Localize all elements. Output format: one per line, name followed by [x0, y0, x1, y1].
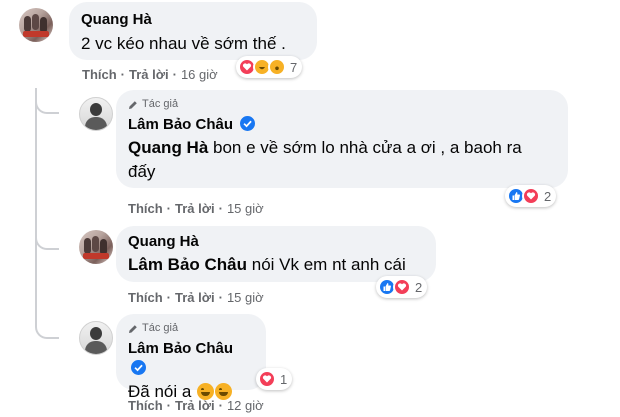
timestamp[interactable]: 15 giờ: [227, 290, 264, 305]
reaction-count: 2: [544, 188, 552, 204]
like-button[interactable]: Thích: [82, 67, 117, 82]
comment-actions: Thích · Trả lời · 15 giờ: [128, 290, 264, 305]
timestamp[interactable]: 15 giờ: [227, 201, 264, 216]
avatar[interactable]: [19, 8, 53, 42]
thread-line: [35, 88, 59, 241]
reaction-count: 1: [280, 371, 288, 387]
thread-line: [35, 241, 59, 339]
wow-icon: [268, 58, 286, 76]
mention-link[interactable]: Lâm Bảo Châu: [128, 255, 247, 274]
avatar[interactable]: [79, 97, 113, 131]
comment-bubble: Tác giả Lâm Bảo Châu Quang Hà bon e về s…: [116, 90, 568, 188]
author-badge: Tác giả: [128, 321, 254, 336]
comment-bubble: Tác giả Lâm Bảo Châu Đã nói a: [116, 314, 266, 401]
love-icon: [522, 187, 540, 205]
verified-icon: [131, 360, 146, 375]
author-badge: Tác giả: [128, 97, 556, 112]
pen-icon: [129, 324, 137, 333]
author-badge-label: Tác giả: [142, 322, 179, 334]
reply-button[interactable]: Trả lời: [175, 201, 215, 216]
reaction-summary[interactable]: 2: [376, 276, 428, 298]
reaction-summary[interactable]: 7: [236, 56, 303, 78]
like-button[interactable]: Thích: [128, 398, 163, 413]
comment-actions: Thích · Trả lời · 16 giờ: [82, 67, 218, 82]
comment-text: Lâm Bảo Châu nói Vk em nt anh cái: [128, 255, 406, 274]
like-button[interactable]: Thích: [128, 290, 163, 305]
timestamp[interactable]: 16 giờ: [181, 67, 218, 82]
comment-text: 2 vc kéo nhau về sớm thế .: [81, 34, 286, 53]
avatar[interactable]: [79, 230, 113, 264]
love-icon: [258, 370, 276, 388]
reply-button[interactable]: Trả lời: [175, 290, 215, 305]
timestamp[interactable]: 12 giờ: [227, 398, 264, 413]
comment-author[interactable]: Lâm Bảo Châu: [128, 116, 233, 133]
comment-author[interactable]: Quang Hà: [81, 10, 305, 30]
love-icon: [393, 278, 411, 296]
comment-text: Quang Hà bon e về sớm lo nhà cửa a ơi , …: [128, 138, 522, 157]
reply-button[interactable]: Trả lời: [129, 67, 169, 82]
reaction-summary[interactable]: 2: [505, 185, 557, 207]
reply-button[interactable]: Trả lời: [175, 398, 215, 413]
comment-actions: Thích · Trả lời · 12 giờ: [128, 398, 264, 413]
comment-bubble: Quang Hà 2 vc kéo nhau về sớm thế .: [69, 2, 317, 60]
reaction-count: 7: [290, 59, 298, 75]
comment-bubble: Quang Hà Lâm Bảo Châu nói Vk em nt anh c…: [116, 226, 436, 282]
author-badge-label: Tác giả: [142, 98, 179, 110]
comment-text-line: đấy: [128, 162, 156, 181]
comment-actions: Thích · Trả lời · 15 giờ: [128, 201, 264, 216]
avatar[interactable]: [79, 321, 113, 355]
reaction-summary[interactable]: 1: [256, 368, 293, 390]
pen-icon: [129, 100, 137, 109]
verified-icon: [240, 116, 256, 131]
comment-author[interactable]: Quang Hà: [128, 232, 424, 252]
reaction-count: 2: [415, 279, 423, 295]
comment-author[interactable]: Lâm Bảo Châu: [128, 340, 233, 357]
like-button[interactable]: Thích: [128, 201, 163, 216]
mention-link[interactable]: Quang Hà: [128, 138, 208, 157]
